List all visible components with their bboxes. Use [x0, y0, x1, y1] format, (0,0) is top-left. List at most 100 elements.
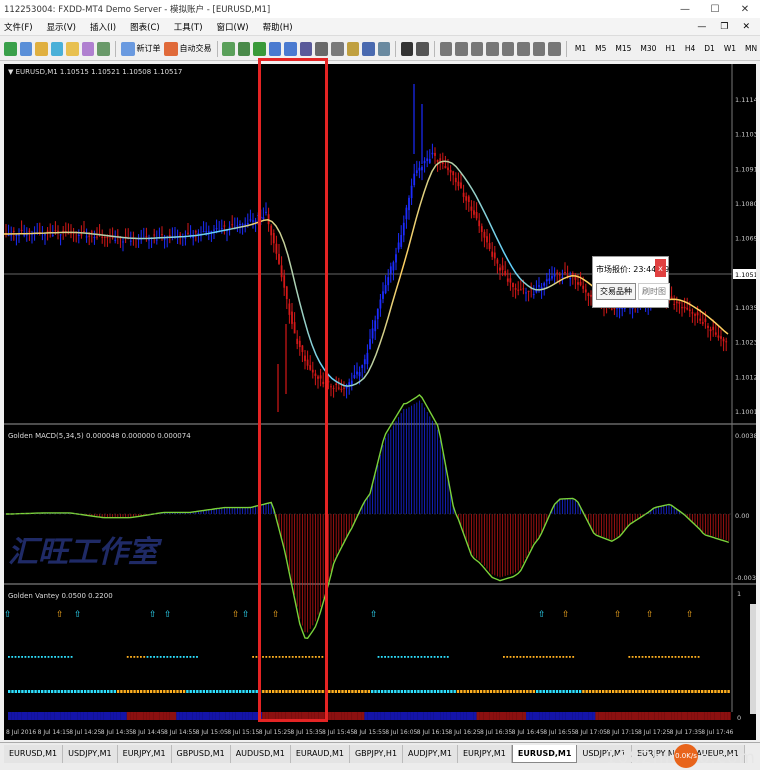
timeframe-m15[interactable]: M15: [612, 44, 634, 53]
chart-window[interactable]: ⇧ ⇧ ⇧ ⇧ ⇧ ⇧ ⇧ ⇧ ⇧ ⇧ ⇧ ⇧ ⇧ ⇧ ▼ EURUSD,M1 1.10515 1.105…: [4, 64, 756, 740]
trendline-icon[interactable]: [470, 41, 484, 56]
trend-bar: [380, 712, 385, 720]
crosshair-icon[interactable]: [416, 41, 429, 56]
chart-tab[interactable]: EURJPY,M1: [117, 745, 172, 763]
zoom-in-icon[interactable]: [268, 41, 282, 56]
minimize-button[interactable]: —: [670, 4, 700, 15]
cursor-icon[interactable]: [400, 41, 414, 56]
timeframe-d1[interactable]: D1: [701, 44, 718, 53]
candle-body: [509, 278, 512, 283]
candlestick-icon[interactable]: [237, 41, 251, 56]
chart-tab[interactable]: AUDJPY,M1: [403, 745, 458, 763]
horizontal-line-icon[interactable]: [455, 41, 468, 56]
trend-bar: [724, 712, 728, 720]
strategy-tester-icon[interactable]: [97, 41, 110, 56]
signal-dot: [163, 656, 165, 658]
chart-shift-icon[interactable]: [331, 41, 344, 56]
signal-dot: [658, 656, 660, 658]
menu-tools[interactable]: 工具(T): [174, 21, 203, 33]
navigator-icon[interactable]: [66, 41, 79, 56]
chart-tab[interactable]: EURUSD,M1: [4, 745, 64, 763]
timeframe-m5[interactable]: M5: [592, 44, 609, 53]
candle-body: [413, 173, 416, 186]
tick-chart-button[interactable]: 刷时图: [638, 283, 670, 300]
data-window-icon[interactable]: [50, 41, 64, 56]
candle-body: [519, 289, 522, 291]
maximize-button[interactable]: ☐: [700, 4, 730, 15]
timeframe-h1[interactable]: H1: [662, 44, 678, 53]
candle-body: [699, 318, 702, 321]
chart-tab[interactable]: GBPJPY,H1: [349, 745, 404, 763]
menu-file[interactable]: 文件(F): [4, 21, 33, 33]
child-minimize-button[interactable]: —: [697, 22, 706, 32]
popup-close-button[interactable]: x: [655, 259, 666, 277]
trend-bar: [536, 712, 540, 720]
child-close-button[interactable]: ✕: [742, 22, 750, 32]
menu-window[interactable]: 窗口(W): [217, 21, 249, 33]
chart-tab[interactable]: EURJPY,M1: [457, 745, 512, 763]
signal-block: [328, 690, 331, 693]
trend-bar: [248, 712, 253, 720]
toolbar-separator: [114, 40, 116, 57]
trend-bar: [192, 712, 197, 720]
chart-tab[interactable]: GBPUSD,M1: [171, 745, 231, 763]
chart-tab[interactable]: AUDUSD,M1: [230, 745, 291, 763]
label-icon[interactable]: [532, 41, 546, 56]
vertical-line-icon[interactable]: [439, 41, 453, 56]
candle-body: [96, 236, 98, 238]
terminal-icon[interactable]: [81, 41, 95, 56]
candle-body: [374, 320, 377, 332]
price-axis-labels: 1.111451.110301.109151.108051.106901.104…: [735, 96, 756, 416]
trend-bar: [47, 712, 51, 720]
signal-dot: [179, 656, 182, 658]
signal-block: [156, 690, 159, 693]
chart-tab[interactable]: USDJPY,M1: [63, 745, 118, 763]
templates-icon[interactable]: [377, 41, 391, 56]
price-chart-svg[interactable]: ⇧ ⇧ ⇧ ⇧ ⇧ ⇧ ⇧ ⇧ ⇧ ⇧ ⇧ ⇧ ⇧ ⇧ ▼ EURUSD,M1 1.10515 1.105…: [4, 64, 756, 740]
signal-arrow: ⇧: [614, 610, 622, 620]
child-restore-button[interactable]: ❐: [720, 22, 728, 32]
candle-body: [223, 225, 226, 227]
timeframe-mn[interactable]: MN: [742, 44, 760, 53]
arrows-icon[interactable]: [548, 41, 561, 56]
candle-body: [363, 359, 366, 365]
symbol-button[interactable]: 交易品种: [596, 283, 636, 300]
trend-bar: [209, 712, 213, 720]
candle-body: [405, 207, 408, 220]
line-chart-icon[interactable]: [253, 41, 266, 56]
trend-bar: [27, 712, 32, 720]
menu-insert[interactable]: 插入(I): [90, 21, 116, 33]
market-watch-icon[interactable]: [35, 41, 48, 56]
chart-tab[interactable]: EURAUD,M1: [290, 745, 350, 763]
trend-bar: [387, 712, 391, 720]
close-button[interactable]: ✕: [730, 4, 760, 15]
periods-icon[interactable]: [362, 41, 375, 56]
auto-scroll-icon[interactable]: [315, 41, 328, 56]
menu-help[interactable]: 帮助(H): [263, 21, 293, 33]
time-axis-label: 8 Jul 16:55: [543, 729, 575, 736]
signal-block: [552, 690, 555, 693]
timeframe-m30[interactable]: M30: [637, 44, 659, 53]
tile-windows-icon[interactable]: [299, 41, 313, 56]
timeframe-w1[interactable]: W1: [721, 44, 739, 53]
vertical-scrollbar[interactable]: [750, 604, 756, 714]
auto-trading-button[interactable]: 自动交易: [163, 41, 212, 56]
chart-tab[interactable]: EURUSD,M1: [511, 745, 578, 763]
signal-arrow: ⇧: [164, 610, 172, 620]
menu-charts[interactable]: 图表(C): [130, 21, 160, 33]
zoom-out-icon[interactable]: [284, 41, 297, 56]
text-icon[interactable]: [517, 41, 530, 56]
profiles-icon[interactable]: [19, 41, 33, 56]
trend-bar: [598, 712, 602, 720]
menu-view[interactable]: 显示(V): [47, 21, 76, 33]
trend-bar: [582, 712, 586, 720]
trend-bar: [677, 712, 682, 720]
new-order-button[interactable]: 新订单: [120, 41, 161, 56]
timeframe-m1[interactable]: M1: [572, 44, 589, 53]
channel-icon[interactable]: [486, 41, 499, 56]
indicators-icon[interactable]: [346, 41, 360, 56]
fibonacci-icon[interactable]: [501, 41, 515, 56]
new-chart-icon[interactable]: [4, 41, 17, 56]
timeframe-h4[interactable]: H4: [682, 44, 698, 53]
bar-chart-icon[interactable]: [222, 41, 235, 56]
